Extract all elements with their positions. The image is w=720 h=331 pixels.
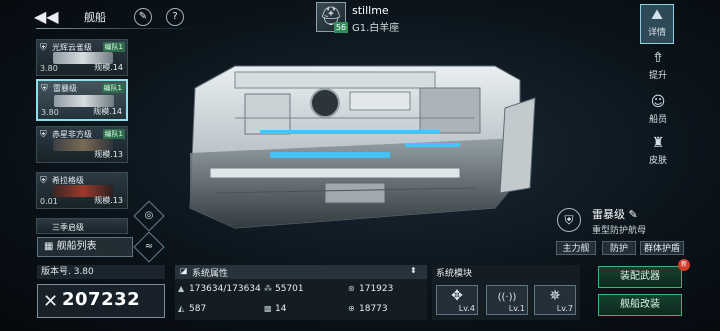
swords-icon: ✕: [43, 291, 59, 312]
edit-name-icon[interactable]: ✎: [629, 208, 638, 221]
details-icon: ⛰: [651, 7, 663, 23]
brush-icon: ✎: [138, 11, 148, 22]
speed-icon: ◭: [178, 304, 185, 313]
modify-ship-button[interactable]: 舰船改装: [598, 294, 682, 316]
wave-icon: ≈: [144, 241, 154, 252]
attr-speed: ◭ 587: [178, 304, 206, 314]
ship-tag: 主力舰: [556, 241, 596, 255]
ship-card-version: 3.80: [41, 108, 59, 117]
shield-icon: ⛨: [41, 84, 48, 94]
armor-icon: ⁂: [264, 284, 272, 293]
ship-card[interactable]: ⛨ 希拉格级 0.01 规模.13: [36, 172, 128, 209]
nav-upgrade-label: 提升: [648, 71, 667, 81]
module-slot[interactable]: ✵ Lv.7: [534, 285, 576, 315]
ship-model[interactable]: [175, 58, 540, 238]
shield-icon: ⛨: [40, 176, 47, 186]
ship-card-name: 三季启级: [52, 223, 84, 232]
attr-shield-value: 171923: [359, 284, 394, 294]
target-icon: ◎: [144, 210, 154, 221]
module-level: Lv.7: [556, 304, 573, 313]
compass-icon: ✵: [549, 288, 561, 304]
filter-button[interactable]: ◎: [133, 200, 165, 232]
ship-class-label: 雷暴级: [592, 208, 625, 221]
paint-button[interactable]: ✎: [134, 8, 152, 26]
attr-energy: ⊕ 18773: [348, 304, 388, 314]
shield-icon: ⛨: [40, 43, 47, 53]
page-title: 舰船: [84, 11, 106, 24]
energy-icon: ⊕: [348, 304, 355, 313]
ship-tag: 防护: [602, 241, 636, 255]
player-name: stillme: [352, 4, 389, 17]
fleet-badge: 编队1: [102, 129, 125, 139]
formation-button[interactable]: ≈: [133, 231, 165, 263]
nav-upgrade[interactable]: ⇮ 提升: [641, 48, 675, 88]
ship-type: 重型防护航母: [592, 226, 647, 236]
help-button[interactable]: ?: [166, 8, 184, 26]
ship-tag: 群体护盾: [640, 241, 684, 255]
shield-icon: ⛨: [40, 130, 47, 140]
module-slot[interactable]: ((·)) Lv.1: [486, 285, 528, 315]
attr-armor: ⁂ 55701: [264, 284, 304, 294]
ship-list-label: 舰船列表: [56, 241, 97, 252]
grid-icon: ▦: [44, 241, 57, 252]
new-badge: 新: [678, 259, 690, 271]
header-divider: [36, 28, 196, 29]
ship-class-name: 雷暴级 ✎: [592, 206, 638, 222]
nav-details[interactable]: ⛰ 详情: [640, 4, 674, 44]
sort-icon[interactable]: ⬍: [410, 266, 417, 275]
ship-class-shield-icon: ⛨: [557, 208, 581, 232]
module-title: 系统模块: [436, 269, 473, 279]
fleet-badge: 编队1: [101, 83, 124, 93]
ship-card[interactable]: ⛨ 光辉云雀级 编队1 3.80 规模.14: [36, 39, 128, 76]
ship-card-scale: 规模.14: [94, 63, 123, 72]
attr-hull: ▲ 173634/173634: [178, 284, 261, 294]
nav-skin-label: 皮肤: [648, 156, 667, 166]
attribute-toggle-icon: ◪: [180, 266, 188, 275]
attr-speed-value: 587: [189, 304, 207, 314]
ship-card-scale: 规模.13: [94, 196, 123, 205]
ship-card-version: 0.01: [40, 197, 58, 206]
player-rank: G1.白羊座: [352, 23, 400, 34]
module-level: Lv.4: [458, 304, 475, 313]
shield-stat-icon: ⊛: [348, 284, 355, 293]
skin-icon: ♜: [651, 135, 665, 151]
signal-icon: ((·)): [497, 292, 517, 303]
attr-evasion: ▩ 14: [264, 304, 286, 314]
attr-evasion-value: 14: [275, 304, 287, 314]
nav-details-label: 详情: [647, 28, 666, 38]
hull-icon: ▲: [178, 284, 185, 293]
module-level: Lv.1: [508, 304, 525, 313]
attr-armor-value: 55701: [275, 284, 304, 294]
ship-card[interactable]: ⛨ 赤星非方级 编队1 规模.13: [36, 126, 128, 163]
upgrade-icon: ⇮: [652, 50, 664, 66]
nav-crew[interactable]: ☺ 船员: [641, 92, 675, 132]
fleet-badge: 编队1: [102, 42, 125, 52]
attr-shield: ⊛ 171923: [348, 284, 393, 294]
ship-card-name: 雷暴级: [53, 84, 77, 93]
nav-skin[interactable]: ♜ 皮肤: [641, 133, 675, 173]
attribute-title: 系统属性: [192, 269, 229, 279]
evasion-icon: ▩: [264, 304, 272, 313]
attr-hull-value: 173634/173634: [189, 284, 261, 294]
ship-card[interactable]: 三季启级: [36, 218, 128, 234]
equip-weapon-button[interactable]: 装配武器: [598, 266, 682, 288]
ship-card-selected[interactable]: ⛨ 雷暴级 编队1 3.80 规模.14: [36, 79, 128, 121]
ship-card-version: 3.80: [40, 64, 58, 73]
back-button[interactable]: ◀◀: [34, 7, 59, 27]
ship-card-scale: 规模.14: [93, 107, 122, 116]
combat-power-value: 207232: [62, 289, 141, 310]
help-icon: ?: [172, 11, 178, 22]
attr-energy-value: 18773: [359, 304, 388, 314]
ship-version: 版本号. 3.80: [37, 265, 165, 279]
nav-crew-label: 船员: [648, 115, 667, 125]
module-slot[interactable]: ✥ Lv.4: [436, 285, 478, 315]
cross-arrows-icon: ✥: [451, 288, 463, 304]
ship-card-scale: 规模.13: [94, 150, 123, 159]
player-level-badge: 56: [334, 22, 348, 33]
crew-icon: ☺: [650, 94, 666, 110]
ship-list-button[interactable]: ▦ 舰船列表: [37, 237, 133, 257]
